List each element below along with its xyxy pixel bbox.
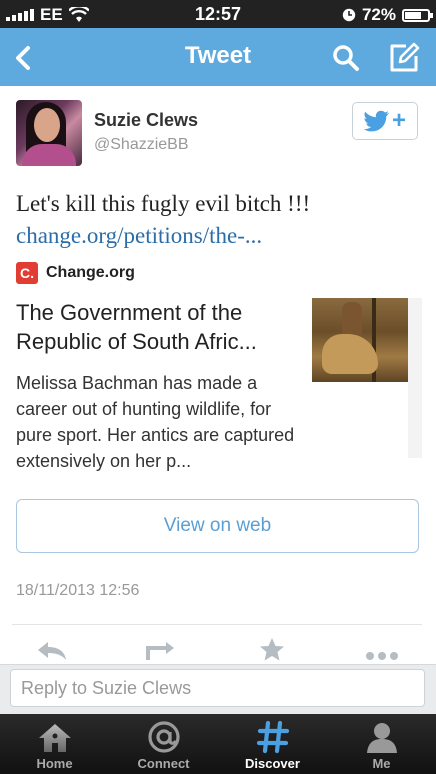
user-name[interactable]: Suzie Clews <box>94 110 198 131</box>
status-bar: EE 12:57 72% <box>0 0 436 28</box>
tweet-actions <box>0 626 436 664</box>
tab-bar: Home Connect Discover Me <box>0 714 436 774</box>
compose-icon <box>390 42 420 72</box>
battery-percent: 72% <box>361 5 396 24</box>
thumbnail-lion <box>322 334 378 374</box>
avatar[interactable] <box>16 100 82 166</box>
view-on-web-button[interactable]: View on web <box>16 499 419 553</box>
card-side-strip <box>408 298 422 458</box>
tab-discover-label: Discover <box>245 756 300 771</box>
star-icon <box>260 638 284 661</box>
card-thumbnail[interactable] <box>312 298 408 382</box>
card-source-name: Change.org <box>46 264 135 281</box>
person-icon <box>327 720 436 754</box>
tab-me-label: Me <box>372 756 391 771</box>
more-action[interactable] <box>364 636 400 664</box>
tab-discover[interactable]: Discover <box>218 714 327 774</box>
tab-me[interactable]: Me <box>327 714 436 774</box>
at-sign-icon <box>109 720 218 754</box>
change-org-logo-icon: C. <box>16 262 38 284</box>
user-handle[interactable]: @ShazzieBB <box>94 136 189 154</box>
reply-icon <box>38 642 66 660</box>
tab-home-label: Home <box>36 756 73 771</box>
reply-bar: Reply to Suzie Clews <box>0 664 436 714</box>
tab-connect[interactable]: Connect <box>109 714 218 774</box>
avatar-body <box>22 144 76 166</box>
battery-fill <box>405 11 421 19</box>
favorite-action[interactable] <box>254 636 290 664</box>
home-icon <box>0 720 109 754</box>
follow-plus-icon: + <box>391 107 406 134</box>
card-title[interactable]: The Government of the Republic of South … <box>16 298 300 356</box>
card-source[interactable]: C. Change.org <box>16 262 135 284</box>
more-dots-icon <box>366 652 398 660</box>
reply-action[interactable] <box>34 636 70 664</box>
hashtag-icon <box>218 720 327 754</box>
card-description: Melissa Bachman has made a career out of… <box>16 373 295 471</box>
alarm-clock-icon <box>342 8 356 22</box>
nav-bar: Tweet <box>0 28 436 86</box>
tab-connect-label: Connect <box>137 756 190 771</box>
tweet-detail: Suzie Clews @ShazzieBB + Let's kill this… <box>0 86 436 664</box>
tab-home[interactable]: Home <box>0 714 109 774</box>
search-button[interactable] <box>328 40 364 76</box>
search-icon <box>333 45 359 71</box>
actions-divider <box>12 624 422 625</box>
battery-icon <box>402 8 433 22</box>
reply-input[interactable]: Reply to Suzie Clews <box>10 669 425 707</box>
tweet-timestamp: 18/11/2013 12:56 <box>16 582 140 599</box>
retweet-action[interactable] <box>142 636 178 664</box>
tweet-body: Let's kill this fugly evil bitch !!! <box>16 191 311 216</box>
follow-button[interactable]: + <box>352 102 418 140</box>
avatar-face <box>34 108 60 142</box>
compose-button[interactable] <box>386 40 422 76</box>
nav-title: Tweet <box>184 42 252 69</box>
status-right: 72% <box>342 5 433 25</box>
tweet-text: Let's kill this fugly evil bitch !!! cha… <box>16 188 416 252</box>
tweet-link[interactable]: change.org/petitions/the-... <box>16 220 416 252</box>
twitter-bird-icon <box>363 110 389 132</box>
retweet-icon <box>146 642 174 660</box>
